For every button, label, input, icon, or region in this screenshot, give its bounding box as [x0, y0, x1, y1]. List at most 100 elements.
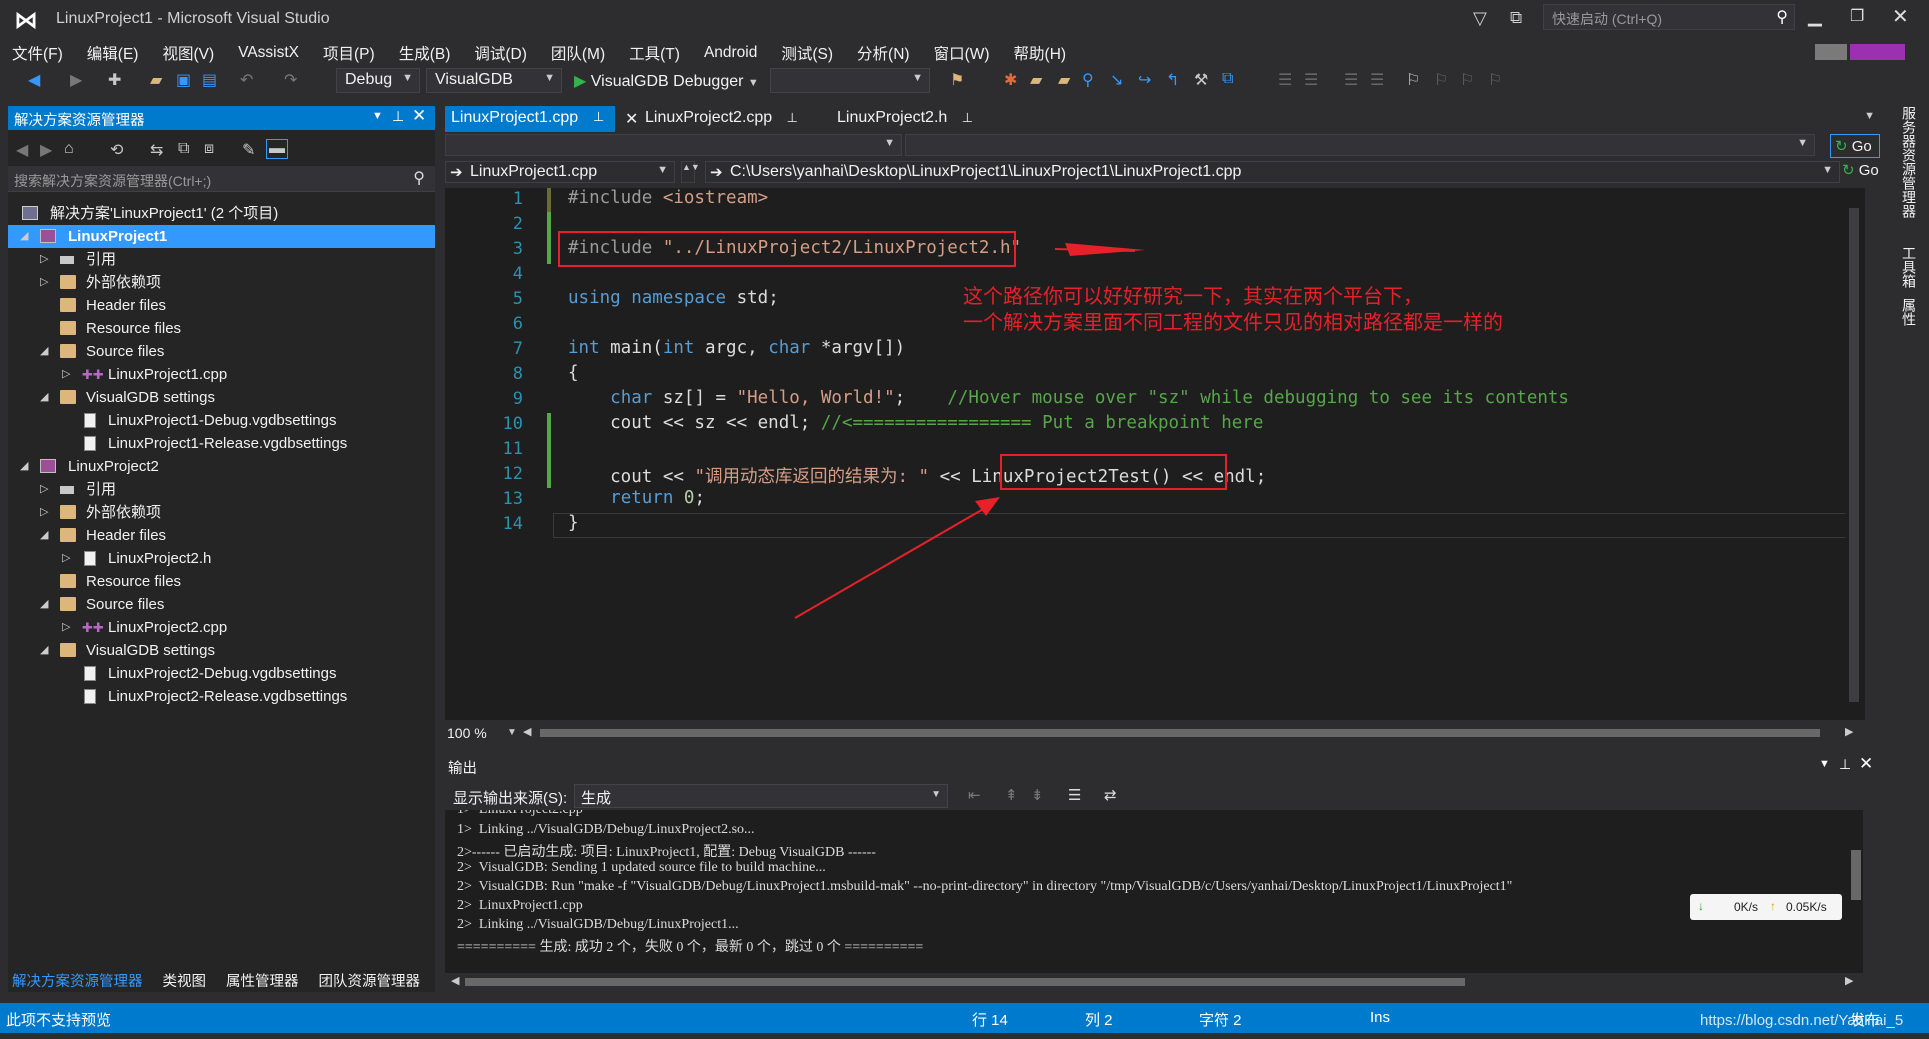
scrollbar-thumb[interactable] [1851, 850, 1861, 900]
tree-item[interactable]: ◢ LinuxProject1 [8, 225, 435, 248]
menu-analyze[interactable]: 分析(N) [857, 42, 910, 64]
scroll-right-icon[interactable]: ▶ [1845, 725, 1853, 738]
collapsed-arrow-icon[interactable]: ▷ [40, 248, 48, 271]
scroll-right-icon[interactable]: ▶ [1845, 974, 1853, 987]
prev-message-icon[interactable]: ⇞ [1005, 786, 1018, 804]
solution-configuration-select[interactable]: Debug ▼ [336, 68, 420, 93]
build-folder-icon[interactable]: ▰ [1030, 70, 1042, 90]
pin-icon[interactable]: ⊥ [1839, 756, 1851, 773]
collapsed-arrow-icon[interactable]: ▷ [40, 501, 48, 524]
expanded-arrow-icon[interactable]: ◢ [20, 455, 28, 478]
output-text-area[interactable]: 1> LinuxProject2.cpp 1> Linking ../Visua… [445, 810, 1863, 973]
expanded-arrow-icon[interactable]: ◢ [40, 386, 48, 409]
feedback-icon[interactable]: ⧉ [1510, 8, 1522, 28]
bookmark-icon[interactable]: ⚐ [1406, 70, 1420, 90]
code-editor[interactable]: 1 2 3 4 5 6 7 8 9 10 11 12 13 14 #includ… [445, 188, 1865, 720]
menu-debug[interactable]: 调试(D) [474, 42, 527, 64]
tree-item[interactable]: ▷ 引用 [8, 478, 435, 501]
properties-tab[interactable]: 属性 [1899, 298, 1919, 326]
solution-search-input[interactable]: 搜索解决方案资源管理器(Ctrl+;) ⚲ [8, 166, 435, 192]
tree-item[interactable]: ▷ ✚✚ LinuxProject1.cpp [8, 363, 435, 386]
find-message-icon[interactable]: ⇤ [968, 786, 981, 804]
menu-help[interactable]: 帮助(H) [1014, 42, 1067, 64]
navigate-forward-icon[interactable]: ▶ [70, 70, 82, 90]
start-debugger-button[interactable]: ▶ VisualGDB Debugger ▼ [574, 68, 764, 93]
tab-overflow-icon[interactable]: ▼ [1864, 110, 1875, 122]
prev-bookmark-icon[interactable]: ⚐ [1434, 70, 1448, 90]
show-all-files-icon[interactable]: ⧈ [204, 140, 214, 158]
breakpoints-icon[interactable]: ⚒ [1194, 70, 1208, 90]
tree-item[interactable]: ◢ VisualGDB settings [8, 386, 435, 409]
tab-linuxproject1-cpp[interactable]: LinuxProject1.cpp ⊥ [445, 106, 615, 132]
tree-item[interactable]: LinuxProject1-Debug.vgdbsettings [8, 409, 435, 432]
tree-item[interactable]: ▷ 外部依赖项 [8, 501, 435, 524]
tree-item[interactable]: ▷ 外部依赖项 [8, 271, 435, 294]
scrollbar-thumb[interactable] [465, 978, 1465, 986]
tab-class-view[interactable]: 类视图 [159, 970, 211, 991]
windows-icon[interactable]: ⧉ [1222, 70, 1233, 88]
close-window-button[interactable]: ✕ [1892, 4, 1909, 29]
target-select[interactable]: ▼ [770, 68, 930, 93]
tree-item[interactable]: LinuxProject2-Release.vgdbsettings [8, 685, 435, 708]
minimize-button[interactable]: ▁ [1808, 6, 1822, 27]
tab-solution-explorer[interactable]: 解决方案资源管理器 [8, 970, 147, 991]
menu-view[interactable]: 视图(V) [162, 42, 214, 64]
restore-button[interactable]: ❐ [1850, 6, 1864, 26]
go-button[interactable]: ↻ Go [1830, 134, 1880, 158]
tree-item[interactable]: ▷ 引用 [8, 248, 435, 271]
account-badge[interactable] [1850, 44, 1905, 60]
tree-item[interactable]: ▷ ✚✚ LinuxProject2.cpp [8, 616, 435, 639]
align-left-icon[interactable]: ☰ [1278, 70, 1292, 90]
path-select[interactable]: ➔ C:\Users\yanhai\Desktop\LinuxProject1\… [705, 161, 1840, 183]
menu-team[interactable]: 团队(M) [551, 42, 605, 64]
step-over-icon[interactable]: ↪ [1138, 70, 1151, 90]
menu-build[interactable]: 生成(B) [399, 42, 451, 64]
step-out-icon[interactable]: ↰ [1166, 70, 1179, 90]
tab-team-explorer[interactable]: 团队资源管理器 [315, 970, 425, 991]
open-folder-icon[interactable]: ▰ [1058, 70, 1070, 90]
go-button-2[interactable]: ↻ Go [1842, 161, 1879, 179]
panel-options-icon[interactable]: ▼ [1819, 758, 1830, 770]
user-account-area[interactable] [1815, 44, 1847, 60]
next-message-icon[interactable]: ⇟ [1031, 786, 1044, 804]
splitter-icon[interactable]: ▲▼ [681, 161, 700, 183]
server-explorer-tab[interactable]: 服务器资源管理器 [1899, 106, 1919, 218]
new-project-icon[interactable]: ✚ [108, 70, 121, 90]
quick-launch-input[interactable]: 快速启动 (Ctrl+Q) ⚲ [1543, 4, 1795, 30]
save-all-icon[interactable]: ▤ [202, 70, 217, 90]
collapsed-arrow-icon[interactable]: ▷ [62, 547, 70, 570]
tab-property-manager[interactable]: 属性管理器 [222, 970, 303, 991]
pin-icon[interactable]: ⊥ [392, 108, 404, 125]
tree-item[interactable]: ◢ Source files [8, 340, 435, 363]
search-icon[interactable]: ⚲ [413, 168, 425, 188]
output-source-select[interactable]: 生成 ▼ [574, 784, 948, 808]
tab-linuxproject2-h[interactable]: LinuxProject2.h ⊥ [831, 106, 979, 132]
zoom-level[interactable]: 100 % [447, 725, 487, 741]
search-icon[interactable]: ⚲ [1776, 7, 1788, 27]
tree-item[interactable]: ◢ LinuxProject2 [8, 455, 435, 478]
navigate-back-icon[interactable]: ◀ [28, 70, 40, 90]
tree-item[interactable]: Resource files [8, 317, 435, 340]
menu-android[interactable]: Android [704, 44, 757, 62]
redo-icon[interactable]: ↷ [284, 70, 297, 90]
find-in-files-icon[interactable]: ⚑ [950, 70, 964, 90]
comment-icon[interactable]: ☰ [1344, 70, 1358, 90]
uncomment-icon[interactable]: ☰ [1370, 70, 1384, 90]
open-file-icon[interactable]: ▰ [150, 70, 162, 90]
toolbox-tab[interactable]: 工具箱 [1899, 246, 1919, 288]
tab-linuxproject2-cpp[interactable]: LinuxProject2.cpp ⊥ [639, 106, 804, 132]
tree-item[interactable]: ◢ VisualGDB settings [8, 639, 435, 662]
tree-item[interactable]: ▷ LinuxProject2.h [8, 547, 435, 570]
menu-project[interactable]: 项目(P) [323, 42, 375, 64]
menu-file[interactable]: 文件(F) [12, 42, 63, 64]
tree-item[interactable]: LinuxProject1-Release.vgdbsettings [8, 432, 435, 455]
editor-vertical-scrollbar[interactable] [1845, 188, 1865, 720]
scroll-left-icon[interactable]: ◀ [451, 974, 459, 987]
tree-item[interactable]: LinuxProject2-Debug.vgdbsettings [8, 662, 435, 685]
expanded-arrow-icon[interactable]: ◢ [20, 225, 28, 248]
tree-item[interactable]: Header files [8, 294, 435, 317]
menu-tools[interactable]: 工具(T) [629, 42, 680, 64]
close-tab-icon[interactable]: ✕ [619, 106, 638, 132]
file-select[interactable]: ➔ LinuxProject1.cpp ▼ [445, 161, 675, 183]
tree-item[interactable]: ◢ Source files [8, 593, 435, 616]
